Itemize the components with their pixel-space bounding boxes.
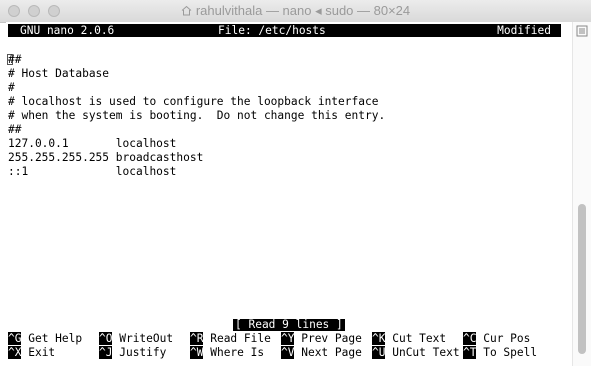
shortcut-justify[interactable]: ^J Justify xyxy=(99,346,166,360)
terminal-window: rahulvithala — nano ◂ sudo — 80×24 GNU n… xyxy=(0,0,591,366)
editor-line-9[interactable]: ::1 localhost xyxy=(8,165,176,179)
home-icon xyxy=(181,5,192,16)
shortcut-read-file[interactable]: ^R Read File xyxy=(190,332,271,346)
shortcut-cur-pos[interactable]: ^C Cur Pos xyxy=(463,332,530,346)
shortcut-get-help[interactable]: ^G Get Help xyxy=(8,332,82,346)
editor-line-4[interactable]: # localhost is used to configure the loo… xyxy=(8,95,378,109)
editor-line-7[interactable]: 127.0.0.1 localhost xyxy=(8,137,176,151)
editor-line-2[interactable]: # Host Database xyxy=(8,67,109,81)
shortcut-next-page[interactable]: ^V Next Page xyxy=(281,346,362,360)
terminal-content[interactable]: GNU nano 2.0.6 File: /etc/hosts Modified… xyxy=(6,22,573,366)
scrollbar-thumb[interactable] xyxy=(578,204,586,354)
shortcut-prev-page[interactable]: ^Y Prev Page xyxy=(281,332,362,346)
nano-header-bar: GNU nano 2.0.6 File: /etc/hosts Modified xyxy=(8,24,561,37)
editor-line-8[interactable]: 255.255.255.255 broadcasthost xyxy=(8,151,203,165)
vertical-scrollbar[interactable] xyxy=(572,22,591,366)
shortcut-cut-text[interactable]: ^K Cut Text xyxy=(372,332,446,346)
nano-version: GNU nano 2.0.6 xyxy=(20,24,115,37)
menu-icon[interactable] xyxy=(576,25,588,37)
status-message: [ Read 9 lines ] xyxy=(233,318,345,331)
shortcut-to-spell[interactable]: ^T To Spell xyxy=(463,346,537,360)
shortcut-row-2: ^X Exit ^J Justify ^W Where Is ^V Next P… xyxy=(8,346,537,360)
shortcut-uncut-text[interactable]: ^U UnCut Text xyxy=(372,346,460,360)
editor-line-6[interactable]: ## xyxy=(8,123,21,137)
editor-line-3[interactable]: # xyxy=(8,81,15,95)
nano-modified-status: Modified xyxy=(497,24,551,37)
window-title-container: rahulvithala — nano ◂ sudo — 80×24 xyxy=(0,0,591,22)
shortcut-where-is[interactable]: ^W Where Is xyxy=(190,346,264,360)
shortcut-writeout[interactable]: ^O WriteOut xyxy=(99,332,173,346)
shortcut-row-1: ^G Get Help ^O WriteOut ^R Read File ^Y … xyxy=(8,332,530,346)
editor-line-5[interactable]: # when the system is booting. Do not cha… xyxy=(8,109,385,123)
window-title: rahulvithala — nano ◂ sudo — 80×24 xyxy=(195,3,411,18)
nano-file-label: File: /etc/hosts xyxy=(218,24,326,37)
title-bar[interactable]: rahulvithala — nano ◂ sudo — 80×24 xyxy=(0,0,591,23)
editor-line-1[interactable]: ## xyxy=(7,53,21,67)
shortcut-exit[interactable]: ^X Exit xyxy=(8,346,55,360)
